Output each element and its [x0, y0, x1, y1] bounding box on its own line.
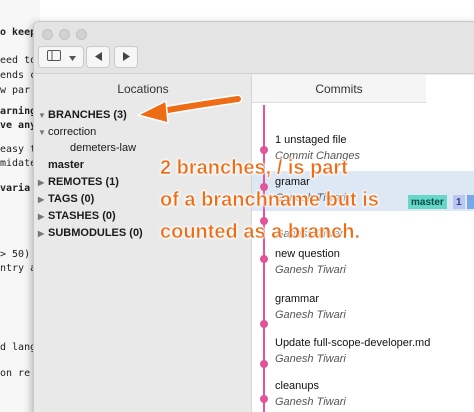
section-label: TAGS (0) — [48, 193, 95, 205]
editor-line: d lang — [0, 342, 37, 353]
commit-title: 1 unstaged file — [275, 134, 347, 146]
ahead-count-badge: 1 — [453, 195, 465, 209]
editor-line: eed to — [0, 55, 37, 66]
commit-author: Ganesh Tiwari — [275, 353, 346, 365]
chevron-right-icon — [122, 48, 130, 66]
editor-line: on re — [0, 368, 31, 379]
submodules-section[interactable]: ▶ SUBMODULES (0) — [38, 227, 143, 239]
zoom-window-button[interactable] — [76, 29, 87, 40]
chevron-left-icon — [94, 48, 102, 66]
locations-header: Locations — [117, 82, 169, 96]
commit-dot — [260, 395, 268, 403]
branch-badge-master: master — [408, 195, 447, 209]
remotes-section[interactable]: ▶ REMOTES (1) — [38, 176, 119, 188]
section-label: SUBMODULES (0) — [48, 227, 143, 239]
commit-dot — [260, 146, 268, 154]
branch-demeters-law[interactable]: demeters-law — [70, 142, 136, 154]
editor-line: varia — [0, 183, 31, 194]
section-label: REMOTES (1) — [48, 176, 119, 188]
editor-line: ntry a — [0, 263, 37, 274]
disclosure-triangle-icon[interactable]: ▶ — [38, 195, 48, 204]
commit-title: Update full-scope-developer.md — [275, 337, 431, 349]
tags-section[interactable]: ▶ TAGS (0) — [38, 193, 94, 205]
commit-author: Ganesh Tiwari — [275, 264, 346, 276]
editor-line: w par — [0, 85, 31, 96]
commits-header: Commits — [252, 75, 426, 103]
back-button[interactable] — [86, 46, 110, 68]
editor-line: midate — [0, 158, 37, 169]
branch-label: master — [48, 159, 85, 171]
commit-dot — [260, 255, 268, 263]
commit-title: grammar — [275, 293, 320, 305]
disclosure-triangle-icon[interactable]: ▶ — [38, 178, 48, 187]
commit-title: cleanups — [275, 380, 320, 392]
branch-label: correction — [48, 126, 97, 138]
remote-badge — [467, 195, 474, 209]
commit-author: Ganesh Tiwari — [275, 396, 346, 408]
disclosure-triangle-icon[interactable]: ▼ — [38, 111, 48, 120]
commit-author: Ganesh Tiwari — [275, 309, 346, 321]
branch-master[interactable]: master — [48, 159, 84, 171]
forward-button[interactable] — [114, 46, 138, 68]
editor-line: easy t — [0, 144, 37, 155]
chevron-down-icon — [68, 48, 76, 66]
editor-line: ends c — [0, 70, 37, 81]
editor-line: o keep — [0, 27, 37, 38]
editor-line: > 50) — [0, 249, 31, 260]
sidebar-toggle-button[interactable] — [38, 46, 84, 68]
annotation-text-line: 2 branches, / is part — [160, 157, 348, 180]
commit-title: new question — [275, 248, 340, 260]
disclosure-triangle-icon[interactable]: ▼ — [38, 128, 48, 137]
branch-folder-correction[interactable]: ▼ correction — [38, 126, 96, 138]
annotation-text-line: of a branchname but is — [160, 189, 379, 212]
sidebar-icon — [46, 48, 61, 66]
branches-section[interactable]: ▼ BRANCHES (3) — [38, 109, 127, 121]
close-window-button[interactable] — [42, 29, 53, 40]
editor-line: arning — [0, 106, 37, 117]
commit-dot — [260, 320, 268, 328]
app-window: Locations ▼ BRANCHES (3) ▼ correction de… — [33, 21, 474, 412]
title-bar — [34, 22, 474, 74]
commit-dot — [260, 360, 268, 368]
editor-line: ve any — [0, 120, 37, 131]
branches-label: BRANCHES (3) — [48, 109, 127, 121]
section-label: STASHES (0) — [48, 210, 116, 222]
disclosure-triangle-icon[interactable]: ▶ — [38, 229, 48, 238]
minimize-window-button[interactable] — [59, 29, 70, 40]
branch-label: demeters-law — [70, 142, 137, 154]
annotation-text-line: counted as a branch. — [160, 221, 361, 244]
disclosure-triangle-icon[interactable]: ▶ — [38, 212, 48, 221]
stashes-section[interactable]: ▶ STASHES (0) — [38, 210, 116, 222]
